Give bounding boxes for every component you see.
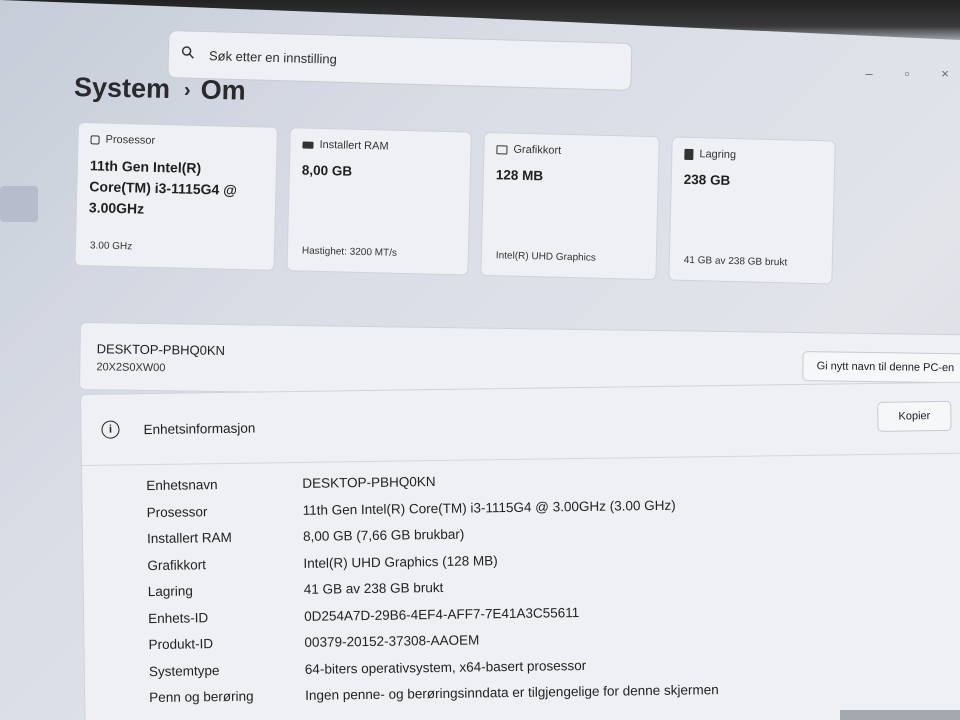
taskbar (840, 710, 960, 720)
card-value: 128 MB (495, 167, 544, 184)
row-key: Penn og berøring (149, 688, 254, 706)
copy-button[interactable]: Kopier (877, 400, 952, 432)
card-sub: Hastighet: 3200 MT/s (301, 245, 398, 259)
row-key: Systemtype (148, 662, 220, 679)
card-ram: Installert RAM 8,00 GB Hastighet: 3200 M… (286, 127, 472, 276)
card-sub: 3.00 GHz (89, 240, 133, 253)
card-sub: 41 GB av 238 GB brukt (683, 254, 788, 269)
card-value: 8,00 GB (301, 162, 353, 179)
row-key: Produkt-ID (148, 636, 214, 653)
pc-name: DESKTOP-PBHQ0KN (96, 341, 226, 359)
row-value: 0D254A7D-29B6-4EF4-AFF7-7E41A3C55611 (304, 604, 580, 624)
spec-cards: Prosessor 11th Gen Intel(R) Core(TM) i3-… (74, 122, 838, 301)
card-storage: Lagring 238 GB 41 GB av 238 GB brukt (668, 136, 836, 285)
row-value: 00379-20152-37308-AAOEM (304, 632, 480, 650)
row-value: Intel(R) UHD Graphics (128 MB) (303, 552, 498, 571)
row-value: 41 GB av 238 GB brukt (303, 579, 444, 597)
rename-pc-button[interactable]: Gi nytt navn til denne PC-en (802, 351, 960, 384)
card-label: Lagring (699, 148, 737, 162)
gpu-icon (496, 144, 508, 154)
card-value: 11th Gen Intel(R) Core(TM) i3-1115G4 @ 3… (88, 157, 238, 217)
maximize-button[interactable]: ▫ (900, 66, 914, 81)
breadcrumb-root[interactable]: System (74, 72, 171, 104)
ram-icon (302, 140, 314, 149)
device-info-title: Enhetsinformasjon (143, 420, 256, 438)
close-button[interactable]: × (938, 66, 952, 81)
card-label: Grafikkort (513, 143, 562, 157)
breadcrumb: System › Om (74, 72, 246, 107)
window-controls: – ▫ × (862, 66, 952, 81)
minimize-button[interactable]: – (862, 66, 876, 81)
row-key: Prosessor (146, 503, 208, 520)
device-info-panel: i Enhetsinformasjon Kopier Enhetsnavn DES… (80, 381, 960, 720)
info-icon: i (101, 420, 120, 439)
row-key: Lagring (147, 583, 193, 600)
row-key: Grafikkort (147, 556, 207, 573)
search-icon (181, 45, 199, 63)
row-key: Installert RAM (146, 529, 232, 547)
device-info-list: Enhetsnavn DESKTOP-PBHQ0KN Prosessor 11th … (146, 474, 719, 716)
card-processor: Prosessor 11th Gen Intel(R) Core(TM) i3-… (74, 122, 278, 271)
row-key: Enhets-ID (148, 609, 209, 626)
device-info-header[interactable]: i Enhetsinformasjon Kopier (81, 382, 960, 466)
search-placeholder: Søk etter en innstilling (208, 47, 338, 67)
row-value: DESKTOP-PBHQ0KN (302, 474, 436, 491)
row-value: Ingen penne- og berøringsinndata er tilg… (305, 682, 719, 703)
card-label: Prosessor (105, 133, 156, 147)
row-key: Enhetsnavn (146, 477, 218, 494)
card-gpu: Grafikkort 128 MB Intel(R) UHD Graphics (480, 131, 660, 281)
sidebar-selected-item[interactable] (0, 186, 38, 222)
card-sub: Intel(R) UHD Graphics (495, 250, 596, 264)
storage-icon (684, 148, 694, 160)
page-title: Om (200, 74, 247, 106)
chevron-right-icon: › (183, 79, 191, 102)
processor-icon (90, 134, 100, 145)
row-value: 11th Gen Intel(R) Core(TM) i3-1115G4 @ 3… (302, 497, 676, 518)
card-value: 238 GB (683, 171, 731, 188)
card-label: Installert RAM (319, 138, 389, 153)
row-value: 8,00 GB (7,66 GB brukbar) (302, 526, 465, 544)
row-value: 64-biters operativsystem, x64-basert pro… (304, 657, 587, 677)
pc-model: 20X2S0XW00 (96, 361, 166, 375)
